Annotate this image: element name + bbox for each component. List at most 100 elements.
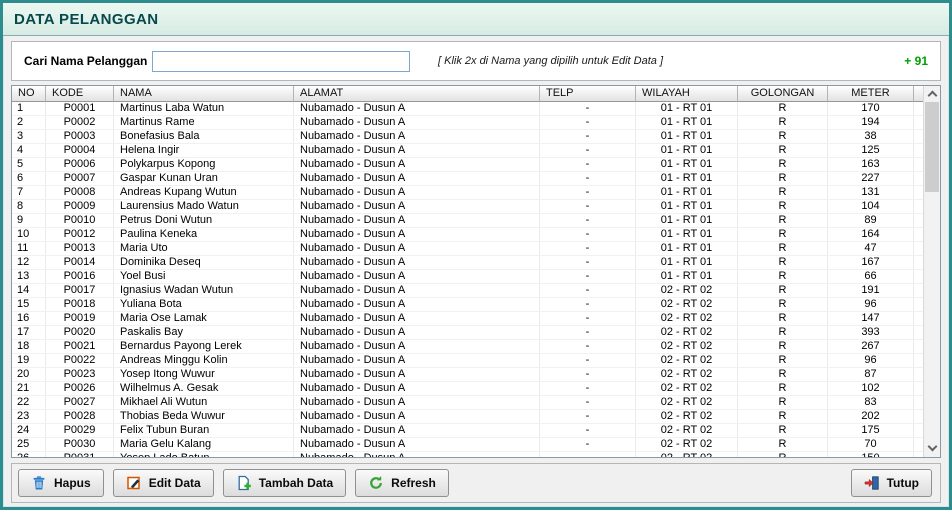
cell-kode: P0004 [46, 144, 114, 157]
cell-nama[interactable]: Maria Uto [114, 242, 294, 255]
vertical-scrollbar[interactable] [923, 86, 940, 457]
cell-telp: - [540, 186, 636, 199]
table-row[interactable]: 1 P0001 Martinus Laba Watun Nubamado - D… [12, 102, 940, 116]
table-row[interactable]: 19 P0022 Andreas Minggu Kolin Nubamado -… [12, 354, 940, 368]
table-row[interactable]: 7 P0008 Andreas Kupang Wutun Nubamado - … [12, 186, 940, 200]
cell-nama[interactable]: Martinus Rame [114, 116, 294, 129]
cell-nama[interactable]: Felix Tubun Buran [114, 424, 294, 437]
cell-nama[interactable]: Paulina Keneka [114, 228, 294, 241]
cell-alamat: Nubamado - Dusun A [294, 270, 540, 283]
cell-golongan: R [738, 102, 828, 115]
cell-meter: 170 [828, 102, 914, 115]
cell-kode: P0029 [46, 424, 114, 437]
cell-nama[interactable]: Polykarpus Kopong [114, 158, 294, 171]
table-row[interactable]: 8 P0009 Laurensius Mado Watun Nubamado -… [12, 200, 940, 214]
cell-nama[interactable]: Helena Ingir [114, 144, 294, 157]
column-header-golongan[interactable]: GOLONGAN [738, 86, 828, 102]
tambah-data-button[interactable]: Tambah Data [223, 469, 346, 497]
cell-nama[interactable]: Yuliana Bota [114, 298, 294, 311]
cell-no: 2 [12, 116, 46, 129]
cell-nama[interactable]: Gaspar Kunan Uran [114, 172, 294, 185]
cell-nama[interactable]: Ignasius Wadan Wutun [114, 284, 294, 297]
cell-golongan: R [738, 284, 828, 297]
cell-wilayah: 02 - RT 02 [636, 396, 738, 409]
hapus-button[interactable]: Hapus [18, 469, 104, 497]
cell-telp: - [540, 158, 636, 171]
cell-nama[interactable]: Laurensius Mado Watun [114, 200, 294, 213]
cell-no: 6 [12, 172, 46, 185]
table-row[interactable]: 26 P0031 Yosep Lado Batun Nubamado - Dus… [12, 452, 940, 457]
cell-nama[interactable]: Yosep Lado Batun [114, 452, 294, 457]
table-row[interactable]: 24 P0029 Felix Tubun Buran Nubamado - Du… [12, 424, 940, 438]
cell-nama[interactable]: Petrus Doni Wutun [114, 214, 294, 227]
refresh-button[interactable]: Refresh [355, 469, 449, 497]
cell-nama[interactable]: Bernardus Payong Lerek [114, 340, 294, 353]
search-label: Cari Nama Pelanggan [24, 54, 152, 68]
scroll-up-button[interactable] [924, 86, 940, 102]
table-row[interactable]: 6 P0007 Gaspar Kunan Uran Nubamado - Dus… [12, 172, 940, 186]
cell-alamat: Nubamado - Dusun A [294, 130, 540, 143]
tutup-label: Tutup [887, 476, 919, 490]
column-header-no[interactable]: NO [12, 86, 46, 102]
table-row[interactable]: 20 P0023 Yosep Itong Wuwur Nubamado - Du… [12, 368, 940, 382]
table-row[interactable]: 9 P0010 Petrus Doni Wutun Nubamado - Dus… [12, 214, 940, 228]
table-row[interactable]: 11 P0013 Maria Uto Nubamado - Dusun A - … [12, 242, 940, 256]
cell-nama[interactable]: Maria Ose Lamak [114, 312, 294, 325]
cell-nama[interactable]: Yoel Busi [114, 270, 294, 283]
column-header-meter[interactable]: METER [828, 86, 914, 102]
table-row[interactable]: 3 P0003 Bonefasius Bala Nubamado - Dusun… [12, 130, 940, 144]
cell-kode: P0009 [46, 200, 114, 213]
cell-wilayah: 01 - RT 01 [636, 186, 738, 199]
table-row[interactable]: 10 P0012 Paulina Keneka Nubamado - Dusun… [12, 228, 940, 242]
cell-golongan: R [738, 242, 828, 255]
cell-nama[interactable]: Andreas Kupang Wutun [114, 186, 294, 199]
cell-nama[interactable]: Bonefasius Bala [114, 130, 294, 143]
table-row[interactable]: 21 P0026 Wilhelmus A. Gesak Nubamado - D… [12, 382, 940, 396]
cell-wilayah: 02 - RT 02 [636, 452, 738, 457]
table-row[interactable]: 25 P0030 Maria Gelu Kalang Nubamado - Du… [12, 438, 940, 452]
cell-nama[interactable]: Dominika Deseq [114, 256, 294, 269]
table-row[interactable]: 17 P0020 Paskalis Bay Nubamado - Dusun A… [12, 326, 940, 340]
table-row[interactable]: 5 P0006 Polykarpus Kopong Nubamado - Dus… [12, 158, 940, 172]
search-input[interactable] [152, 51, 410, 72]
cell-meter: 87 [828, 368, 914, 381]
column-header-kode[interactable]: KODE [46, 86, 114, 102]
table-row[interactable]: 14 P0017 Ignasius Wadan Wutun Nubamado -… [12, 284, 940, 298]
cell-nama[interactable]: Maria Gelu Kalang [114, 438, 294, 451]
scrollbar-thumb[interactable] [925, 102, 939, 192]
chevron-up-icon [927, 91, 937, 101]
cell-kode: P0014 [46, 256, 114, 269]
column-header-wilayah[interactable]: WILAYAH [636, 86, 738, 102]
table-row[interactable]: 15 P0018 Yuliana Bota Nubamado - Dusun A… [12, 298, 940, 312]
cell-alamat: Nubamado - Dusun A [294, 396, 540, 409]
cell-nama[interactable]: Andreas Minggu Kolin [114, 354, 294, 367]
table-row[interactable]: 13 P0016 Yoel Busi Nubamado - Dusun A - … [12, 270, 940, 284]
cell-alamat: Nubamado - Dusun A [294, 116, 540, 129]
column-header-nama[interactable]: NAMA [114, 86, 294, 102]
column-header-alamat[interactable]: ALAMAT [294, 86, 540, 102]
page-title: DATA PELANGGAN [14, 11, 158, 28]
table-row[interactable]: 22 P0027 Mikhael Ali Wutun Nubamado - Du… [12, 396, 940, 410]
table-header: NOKODENAMAALAMATTELPWILAYAHGOLONGANMETER [12, 86, 940, 102]
scroll-down-button[interactable] [924, 441, 940, 457]
cell-no: 18 [12, 340, 46, 353]
cell-wilayah: 01 - RT 01 [636, 172, 738, 185]
table-row[interactable]: 12 P0014 Dominika Deseq Nubamado - Dusun… [12, 256, 940, 270]
table-row[interactable]: 4 P0004 Helena Ingir Nubamado - Dusun A … [12, 144, 940, 158]
cell-nama[interactable]: Martinus Laba Watun [114, 102, 294, 115]
cell-nama[interactable]: Yosep Itong Wuwur [114, 368, 294, 381]
cell-nama[interactable]: Thobias Beda Wuwur [114, 410, 294, 423]
column-header-telp[interactable]: TELP [540, 86, 636, 102]
cell-nama[interactable]: Paskalis Bay [114, 326, 294, 339]
edit-data-button[interactable]: Edit Data [113, 469, 214, 497]
cell-no: 22 [12, 396, 46, 409]
cell-meter: 104 [828, 200, 914, 213]
cell-nama[interactable]: Mikhael Ali Wutun [114, 396, 294, 409]
table-row[interactable]: 2 P0002 Martinus Rame Nubamado - Dusun A… [12, 116, 940, 130]
table-row[interactable]: 23 P0028 Thobias Beda Wuwur Nubamado - D… [12, 410, 940, 424]
cell-nama[interactable]: Wilhelmus A. Gesak [114, 382, 294, 395]
tutup-button[interactable]: Tutup [851, 469, 932, 497]
table-row[interactable]: 16 P0019 Maria Ose Lamak Nubamado - Dusu… [12, 312, 940, 326]
table-row[interactable]: 18 P0021 Bernardus Payong Lerek Nubamado… [12, 340, 940, 354]
cell-meter: 96 [828, 354, 914, 367]
